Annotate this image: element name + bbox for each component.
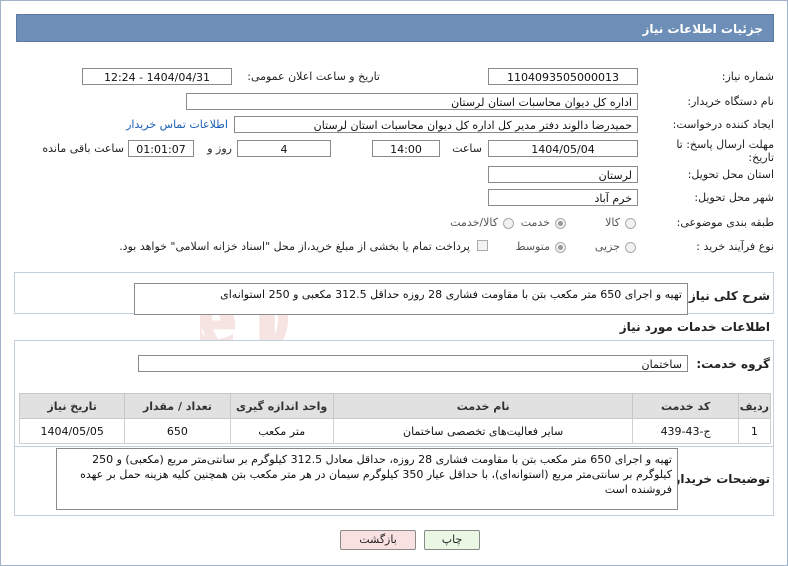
print-button[interactable]: چاپ	[424, 530, 480, 550]
cell-need-date: 1404/05/05	[18, 418, 126, 444]
process-label: نوع فرآیند خرید :	[696, 240, 774, 253]
col-quantity: تعداد / مقدار	[124, 393, 231, 419]
delivery-city-field: خرم آباد	[488, 189, 638, 206]
announce-datetime-label: تاریخ و ساعت اعلان عمومی:	[247, 70, 380, 83]
back-button[interactable]: بازگشت	[340, 530, 416, 550]
delivery-province-label: استان محل تحویل:	[687, 168, 774, 181]
process-minor-label: جزیی	[594, 240, 620, 253]
buyer-contact-link[interactable]: اطلاعات تماس خریدار	[126, 118, 228, 131]
buyer-org-label: نام دستگاه خریدار:	[687, 95, 774, 108]
services-table: ردیف کد خدمت نام خدمت واحد اندازه گیری ت…	[18, 393, 772, 444]
treasury-checkbox[interactable]	[477, 240, 488, 251]
table-header-row: ردیف کد خدمت نام خدمت واحد اندازه گیری ت…	[18, 393, 772, 419]
deadline-date-field: 1404/05/04	[488, 140, 638, 157]
service-group-label: گروه خدمت:	[696, 357, 770, 371]
buyer-org-field: اداره کل دیوان محاسبات استان لرستان	[186, 93, 638, 110]
deadline-label-date: تاریخ:	[748, 151, 774, 164]
cell-row: 1	[737, 418, 772, 444]
delivery-province-field: لرستان	[488, 166, 638, 183]
table-row: 1 ج-43-439 سایر فعالیت‌های تخصصی ساختمان…	[18, 418, 772, 444]
category-service-radio[interactable]	[555, 218, 566, 229]
cell-service-name: سایر فعالیت‌های تخصصی ساختمان	[332, 418, 634, 444]
col-service-name: نام خدمت	[332, 393, 634, 419]
category-goods-radio[interactable]	[625, 218, 636, 229]
need-number-label: شماره نیاز:	[721, 70, 774, 83]
service-group-field: ساختمان	[138, 355, 688, 372]
buyer-notes-field: تهیه و اجرای 650 متر مکعب بتن با مقاومت …	[56, 448, 678, 510]
deadline-days-field: 4	[237, 140, 331, 157]
summary-field: تهیه و اجرای 650 متر مکعب بتن با مقاومت …	[134, 283, 688, 315]
process-medium-radio[interactable]	[555, 242, 566, 253]
remaining-time-label: ساعت باقی مانده	[42, 142, 124, 155]
announce-datetime-field: 1404/04/31 - 12:24	[82, 68, 232, 85]
category-goods-service-radio[interactable]	[503, 218, 514, 229]
requester-field: حمیدرضا دالوند دفتر مدیر کل اداره کل دیو…	[234, 116, 638, 133]
summary-label: شرح کلی نیاز:	[684, 289, 770, 303]
col-service-code: کد خدمت	[632, 393, 739, 419]
category-label: طبقه بندی موضوعی:	[676, 216, 774, 229]
page-title: جزئیات اطلاعات نیاز	[16, 14, 774, 42]
cell-service-code: ج-43-439	[632, 418, 739, 444]
treasury-note: پرداخت تمام یا بخشی از مبلغ خرید،از محل …	[119, 240, 470, 253]
process-medium-label: متوسط	[515, 240, 550, 253]
col-need-date: تاریخ نیاز	[18, 393, 126, 419]
process-minor-radio[interactable]	[625, 242, 636, 253]
services-info-title: اطلاعات خدمات مورد نیاز	[619, 320, 770, 334]
remaining-time-field: 01:01:07	[128, 140, 194, 157]
col-row: ردیف	[737, 393, 772, 419]
need-number-field: 1104093505000013	[488, 68, 638, 85]
deadline-days-label: روز و	[207, 142, 232, 155]
cell-unit: متر مکعب	[229, 418, 334, 444]
deadline-label: مهلت ارسال پاسخ: تا	[676, 138, 774, 151]
category-goods-label: کالا	[605, 216, 620, 229]
category-service-label: خدمت	[520, 216, 550, 229]
category-goods-service-label: کالا/خدمت	[450, 216, 498, 229]
deadline-time-label: ساعت	[452, 142, 482, 155]
deadline-time-field: 14:00	[372, 140, 440, 157]
delivery-city-label: شهر محل تحویل:	[694, 191, 774, 204]
cell-quantity: 650	[124, 418, 231, 444]
col-unit: واحد اندازه گیری	[229, 393, 334, 419]
requester-label: ایجاد کننده درخواست:	[672, 118, 774, 131]
buyer-notes-label: توضیحات خریدار:	[668, 472, 770, 486]
